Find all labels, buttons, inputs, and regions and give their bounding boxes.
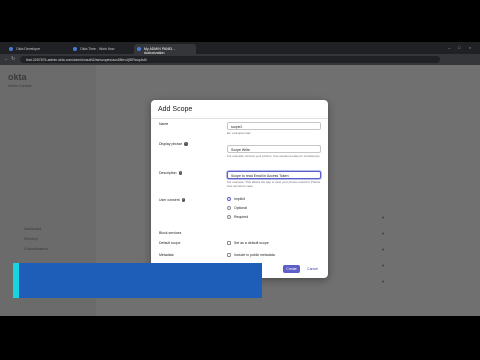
okta-logo: okta <box>8 72 27 82</box>
row-expand-icon[interactable]: ▼ <box>381 231 385 236</box>
user-consent-label-text: User consent <box>159 198 180 202</box>
block-services-label: Block services <box>159 231 182 235</box>
back-icon[interactable]: ← <box>4 56 9 62</box>
checkbox-icon <box>227 241 231 246</box>
description-label: Description i <box>159 171 183 175</box>
metadata-checkbox[interactable]: Include in public metadata <box>227 253 275 258</box>
radio-label: Implicit <box>234 197 245 201</box>
sidebar-item-dashboard[interactable]: Dashboard <box>24 227 41 231</box>
display-phrase-label-text: Display phrase <box>159 142 183 146</box>
row-expand-icon[interactable]: ▼ <box>381 263 385 268</box>
metadata-label: Metadata <box>159 253 174 257</box>
sidebar-item-directory[interactable]: Directory <box>24 237 38 241</box>
info-icon[interactable]: i <box>184 142 188 146</box>
radio-label: Required <box>234 215 249 219</box>
row-expand-icon[interactable]: ▼ <box>381 247 385 252</box>
info-icon[interactable]: i <box>181 198 186 202</box>
browser-tab-bar: Okta Developer Okta Time - Work flow My … <box>0 42 480 55</box>
browser-tab[interactable]: Okta Time - Work flow <box>70 44 132 54</box>
default-scope-checkbox[interactable]: Set as a default scope <box>227 241 269 246</box>
tab-favicon-icon <box>73 47 77 51</box>
add-scope-dialog: Add Scope Name scope2 Ex: example:read D… <box>151 100 328 278</box>
user-consent-label: User consent i <box>159 198 186 202</box>
checkbox-label: Set as a default scope <box>234 241 269 245</box>
name-help: Ex: example:read <box>227 131 251 135</box>
browser-tab[interactable]: Okta Developer <box>6 44 68 54</box>
display-phrase-input[interactable]: Scope Write <box>227 145 321 153</box>
checkbox-icon <box>227 253 231 258</box>
checkbox-label: Include in public metadata <box>234 253 275 257</box>
description-label-text: Description <box>159 171 177 175</box>
url-input[interactable]: trial-3267876-admin.okta.com/admin/oauth… <box>20 56 440 63</box>
name-label: Name <box>159 122 169 126</box>
video-overlay-banner <box>13 263 262 298</box>
org-name: Admin Console <box>8 84 32 88</box>
dialog-title: Add Scope <box>158 106 193 113</box>
name-input[interactable]: scope2 <box>227 122 321 130</box>
minimize-icon[interactable]: – <box>448 45 450 50</box>
create-button[interactable]: Create <box>283 265 300 273</box>
default-scope-label: Default scope <box>159 241 181 245</box>
tab-label: Okta Time - Work flow <box>80 47 115 51</box>
row-expand-icon[interactable]: ▼ <box>381 215 385 220</box>
dialog-divider <box>151 118 328 119</box>
tab-favicon-icon <box>9 47 13 51</box>
tab-favicon-icon <box>137 47 141 51</box>
description-input[interactable]: Scope to read Email in Access Token <box>227 171 321 179</box>
display-phrase-help: For example: Access your photos. Use sen… <box>227 154 321 158</box>
cancel-button[interactable]: Cancel <box>304 265 321 273</box>
maximize-icon[interactable]: □ <box>458 45 460 50</box>
row-expand-icon[interactable]: ▼ <box>381 279 385 284</box>
info-icon[interactable]: i <box>178 171 183 175</box>
banner-accent-stripe <box>13 263 19 298</box>
consent-radio-optional[interactable]: Optional <box>227 206 248 211</box>
address-bar-row: ← ↻ trial-3267876-admin.okta.com/admin/o… <box>0 54 480 65</box>
radio-icon <box>227 215 231 220</box>
browser-tab-active[interactable]: My ADMIN PANEL - Authorization <box>134 44 196 55</box>
description-help: For example: This allows the app to view… <box>227 180 321 188</box>
consent-radio-implicit[interactable]: Implicit <box>227 197 245 202</box>
display-phrase-label: Display phrase i <box>159 142 188 146</box>
sidebar-item-customizations[interactable]: Customizations <box>24 247 48 251</box>
radio-label: Optional <box>234 206 248 210</box>
reload-icon[interactable]: ↻ <box>11 56 15 62</box>
radio-selected-icon <box>227 197 231 202</box>
tab-label: Okta Developer <box>16 47 41 51</box>
close-icon[interactable]: × <box>469 45 471 50</box>
radio-icon <box>227 206 231 211</box>
consent-radio-required[interactable]: Required <box>227 215 249 220</box>
